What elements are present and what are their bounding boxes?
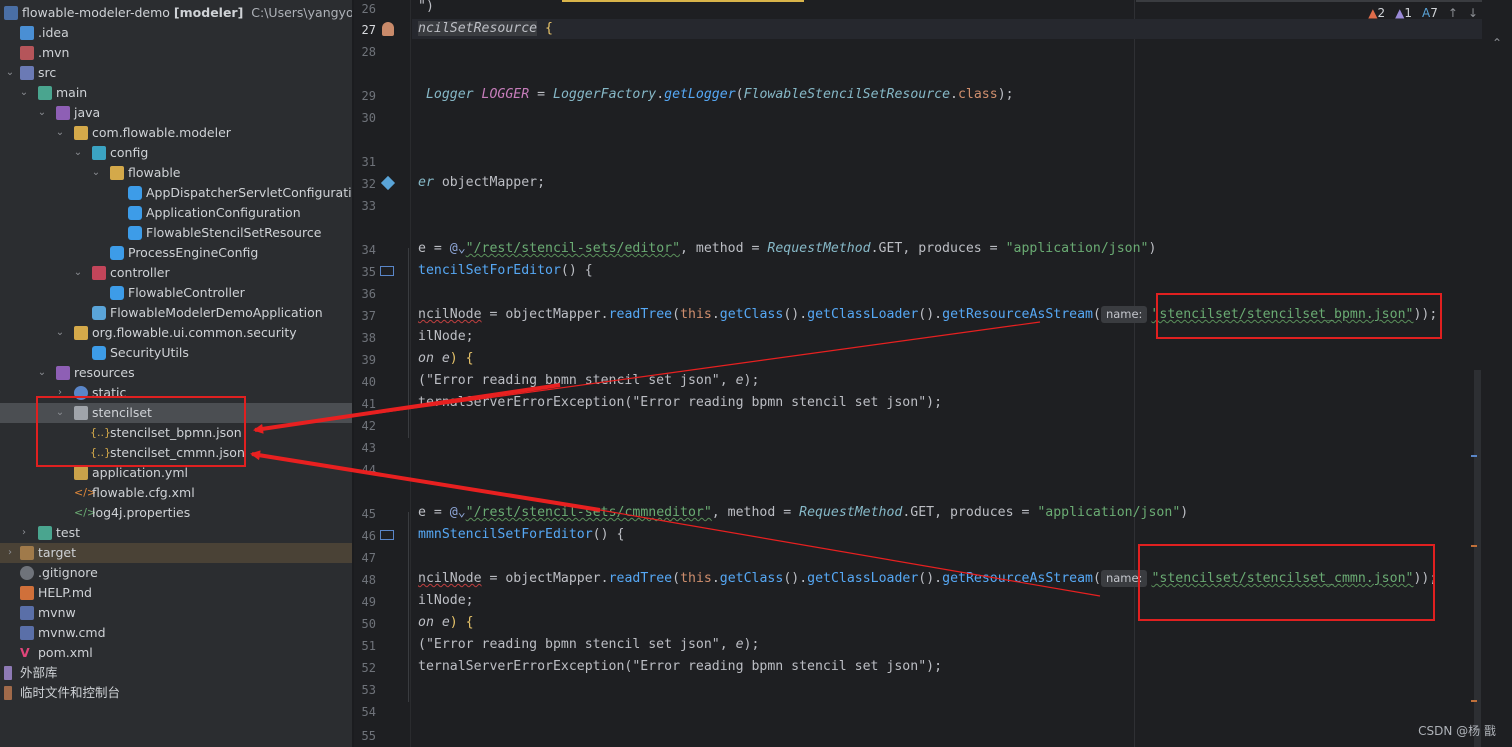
watermark: CSDN @杨 戬 [1418, 724, 1496, 738]
arrow-to-cmmn [250, 450, 601, 512]
arrow-line-thin [599, 509, 1101, 597]
arrow-to-bpmn [253, 383, 561, 434]
annotation-arrows [250, 321, 1101, 597]
